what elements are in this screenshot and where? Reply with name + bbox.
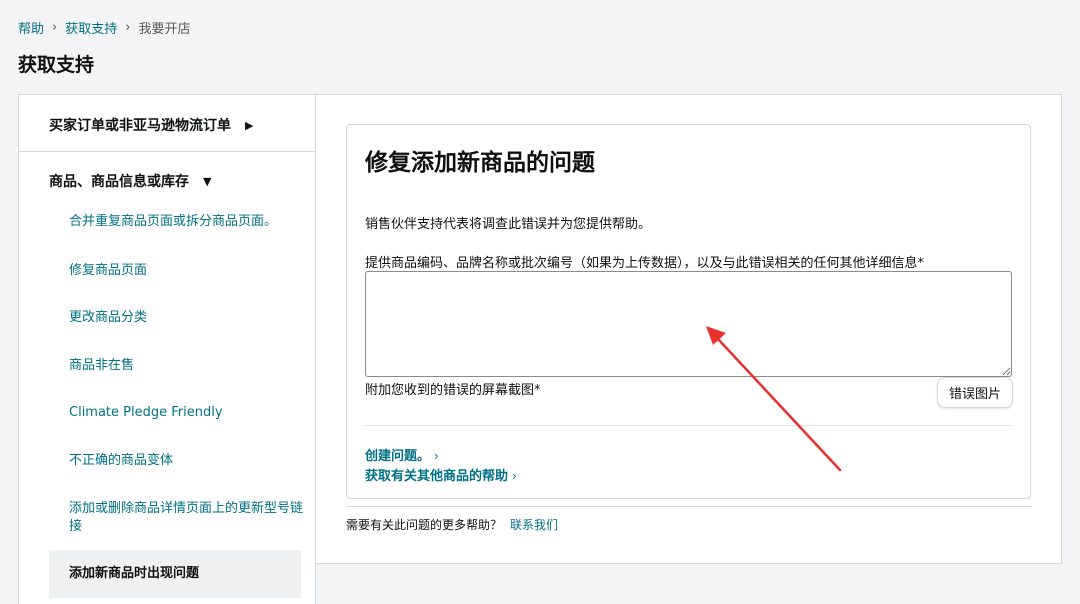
- breadcrumb-help[interactable]: 帮助: [18, 18, 44, 37]
- details-textarea[interactable]: [365, 271, 1012, 377]
- chevron-right-icon: ›: [52, 20, 58, 35]
- sidebar-section-label: 商品、商品信息或库存: [49, 174, 189, 190]
- sidebar-item-model-link[interactable]: 添加或删除商品详情页面上的更新型号链接: [69, 500, 309, 536]
- more-help-question: 需要有关此问题的更多帮助？: [346, 518, 503, 532]
- upload-error-image-button[interactable]: 错误图片: [937, 377, 1013, 408]
- sidebar-section-buyer-orders[interactable]: 买家订单或非亚马逊物流订单 ▶: [49, 115, 253, 135]
- chevron-right-icon: ›: [125, 20, 131, 35]
- triangle-down-icon: ▼: [203, 174, 212, 188]
- details-field-label: 提供商品编码、品牌名称或批次编号（如果为上传数据），以及与此错误相关的任何其他详…: [365, 256, 925, 271]
- other-product-help-label: 获取有关其他商品的帮助: [365, 469, 509, 484]
- create-case-label: 创建问题。: [365, 449, 431, 464]
- sidebar-divider: [19, 151, 315, 152]
- triangle-right-icon: ▶: [245, 118, 254, 132]
- sidebar-section-label: 买家订单或非亚马逊物流订单: [49, 118, 231, 134]
- sidebar: 买家订单或非亚马逊物流订单 ▶ 商品、商品信息或库存 ▼ 合并重复商品页面或拆分…: [18, 94, 316, 604]
- contact-us-link[interactable]: 联系我们: [510, 518, 558, 532]
- case-form-card: 修复添加新商品的问题 销售伙伴支持代表将调查此错误并为您提供帮助。 提供商品编码…: [346, 124, 1031, 499]
- chevron-right-icon: ›: [434, 449, 439, 463]
- sidebar-section-products[interactable]: 商品、商品信息或库存 ▼: [49, 171, 211, 191]
- sidebar-item-climate-pledge[interactable]: Climate Pledge Friendly: [69, 404, 309, 422]
- form-title: 修复添加新商品的问题: [365, 150, 595, 176]
- breadcrumb-current: 我要开店: [138, 22, 191, 37]
- breadcrumb: 帮助 › 获取支持 › 我要开店: [18, 18, 190, 37]
- create-case-link[interactable]: 创建问题。 ›: [365, 445, 439, 464]
- sidebar-item-incorrect-variation[interactable]: 不正确的商品变体: [69, 452, 309, 470]
- sidebar-item-merge-split[interactable]: 合并重复商品页面或拆分商品页面。: [69, 213, 309, 231]
- chevron-right-icon: ›: [512, 469, 517, 483]
- form-description: 销售伙伴支持代表将调查此错误并为您提供帮助。: [365, 217, 652, 232]
- sidebar-item-change-category[interactable]: 更改商品分类: [69, 309, 309, 327]
- page-title: 获取支持: [18, 54, 95, 76]
- card-divider: [365, 425, 1012, 426]
- footer-divider: [346, 506, 1031, 507]
- more-help-text: 需要有关此问题的更多帮助？ 联系我们: [346, 516, 558, 533]
- sidebar-item-add-new-product[interactable]: 添加新商品时出现问题: [49, 550, 301, 598]
- breadcrumb-get-support[interactable]: 获取支持: [65, 18, 117, 37]
- sidebar-item-not-for-sale[interactable]: 商品非在售: [69, 357, 309, 375]
- other-product-help-link[interactable]: 获取有关其他商品的帮助 ›: [365, 465, 517, 484]
- sidebar-item-fix-page[interactable]: 修复商品页面: [69, 262, 309, 280]
- screenshot-field-label: 附加您收到的错误的屏幕截图*: [365, 383, 541, 398]
